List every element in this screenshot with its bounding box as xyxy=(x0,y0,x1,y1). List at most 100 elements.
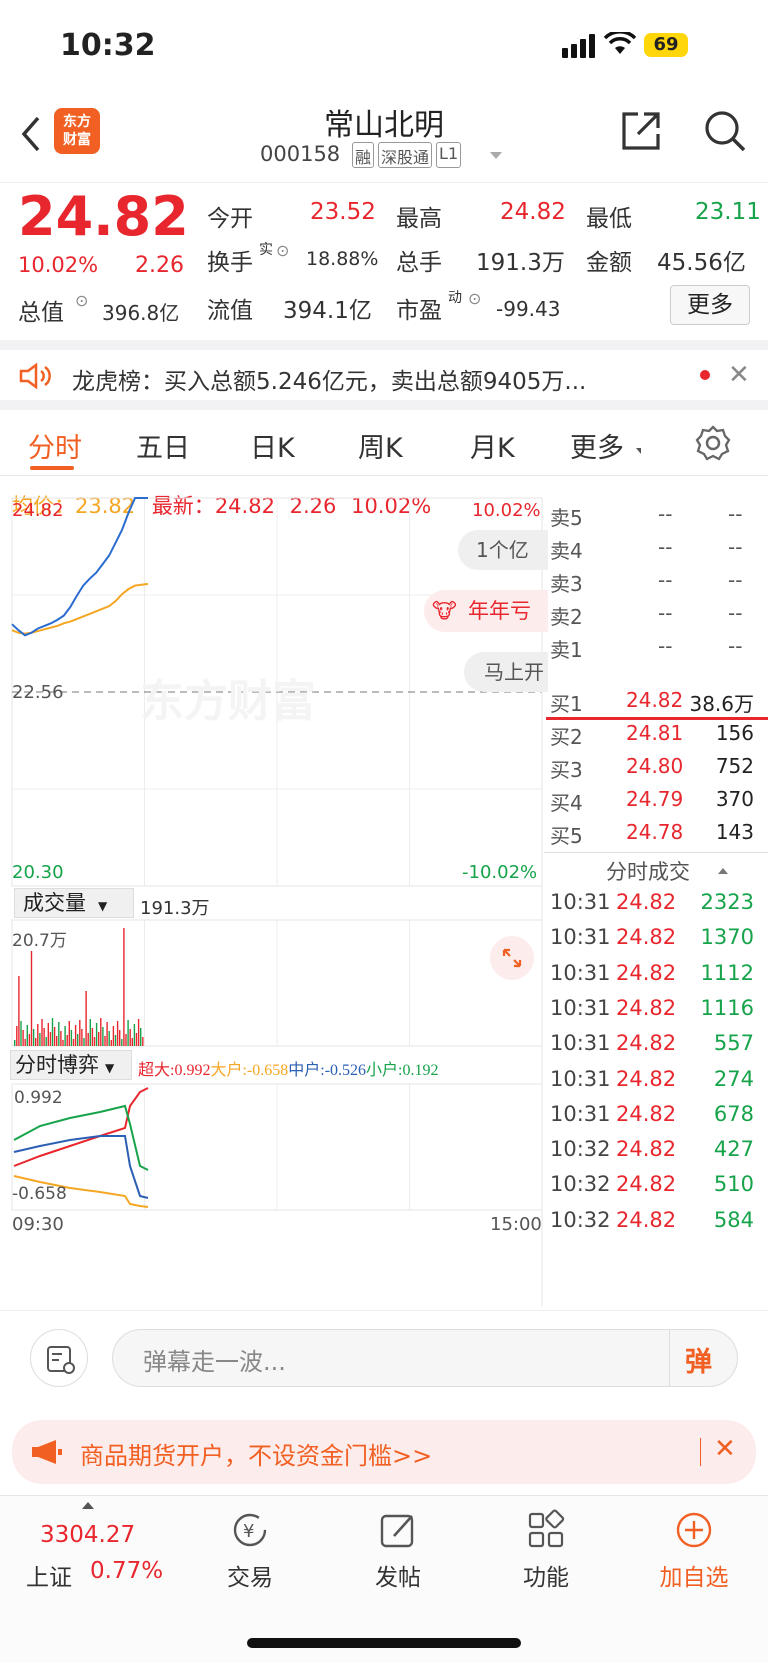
volume-bar xyxy=(110,1040,112,1046)
notice-bar[interactable]: 龙虎榜：买入总额5.246亿元，卖出总额9405万... ✕ xyxy=(0,340,768,410)
index-name[interactable]: 上证 xyxy=(26,1558,72,1592)
pe-label: 市盈 xyxy=(396,298,442,324)
index-pct[interactable]: 0.77% xyxy=(90,1558,163,1584)
search-icon[interactable] xyxy=(702,108,748,158)
dropdown-icon[interactable] xyxy=(490,152,502,159)
more-button[interactable]: 更多 xyxy=(670,285,750,325)
ticks-title[interactable]: 分时成交 xyxy=(606,856,690,886)
volume-selector[interactable]: 成交量 ▼ xyxy=(14,888,134,918)
tab-daily[interactable]: 日K xyxy=(250,426,295,465)
game-legend: 超大:0.992大户:-0.658中户:-0.526小户:0.192 xyxy=(138,1062,439,1079)
index-caret-icon xyxy=(82,1502,94,1509)
pe-info-icon[interactable]: ⊙ xyxy=(468,289,481,308)
bid-row[interactable]: 买4 24.79 370 xyxy=(548,783,760,816)
danmu-send-button[interactable]: 弹 xyxy=(685,1340,712,1379)
status-bar: 10:32 69 xyxy=(0,0,768,100)
close-icon[interactable]: ✕ xyxy=(728,360,750,390)
signal-icon xyxy=(562,34,596,58)
tick-row: 10:32 24.82 510 xyxy=(550,1172,754,1197)
volume-bar xyxy=(89,1019,91,1046)
bid-row[interactable]: 买2 24.81 156 xyxy=(548,717,760,750)
bubble-1[interactable]: 1个亿 xyxy=(458,530,548,570)
stock-code: 000158 xyxy=(260,142,341,166)
volume-bar xyxy=(53,1027,56,1046)
bubble-2[interactable]: 🐮 年年亏 xyxy=(424,590,548,632)
danmu-input[interactable]: 弹幕走一波... 弹 xyxy=(112,1329,738,1387)
bubble-3[interactable]: 马上开 xyxy=(464,652,548,692)
volume-bar xyxy=(106,1022,108,1046)
ask-row[interactable]: 卖1 -- -- xyxy=(548,630,760,663)
game-caret-icon: ▼ xyxy=(105,1061,115,1075)
share-icon[interactable] xyxy=(618,108,664,158)
volume-bar xyxy=(20,1021,22,1046)
nav-functions[interactable]: 功能 xyxy=(486,1508,606,1592)
volume-bar xyxy=(135,1033,138,1046)
game-bot-label: -0.658 xyxy=(12,1184,67,1204)
info-icon[interactable]: ⊙ xyxy=(75,291,88,310)
bid-row[interactable]: 买3 24.80 752 xyxy=(548,750,760,783)
volume-bar xyxy=(121,1039,123,1046)
volume-bar xyxy=(98,1032,100,1046)
volume-max-label: 20.7万 xyxy=(12,931,67,951)
tick-row: 10:31 24.82 1116 xyxy=(550,995,754,1020)
volume-bar xyxy=(14,1040,16,1046)
tag-level: L1 xyxy=(436,142,462,168)
settings-icon[interactable] xyxy=(694,424,732,466)
volume-bar xyxy=(37,1024,39,1046)
nav-trade[interactable]: ¥ 交易 xyxy=(190,1508,310,1592)
volume-bar xyxy=(49,1032,52,1046)
volume-bar xyxy=(66,1035,68,1046)
volume-total: 191.3万 xyxy=(140,898,210,919)
ad-banner[interactable]: 商品期货开户，不设资金门槛>> ✕ xyxy=(12,1420,756,1484)
bid-row[interactable]: 买1 24.82 38.6万 xyxy=(548,684,760,717)
notice-text[interactable]: 龙虎榜：买入总额5.246亿元，卖出总额9405万... xyxy=(72,362,586,396)
ad-close-icon[interactable]: ✕ xyxy=(714,1434,736,1464)
volume-bar xyxy=(43,1028,45,1046)
turnover-label: 换手 xyxy=(207,250,253,276)
ad-text[interactable]: 商品期货开户，不设资金门槛>> xyxy=(80,1436,432,1471)
expand-icon[interactable] xyxy=(490,936,534,980)
tab-5day[interactable]: 五日 xyxy=(136,426,190,465)
bid-row[interactable]: 买5 24.78 143 xyxy=(548,816,760,849)
volume-bar xyxy=(116,1021,119,1046)
danmu-bar: 弹幕走一波... 弹 xyxy=(0,1310,768,1404)
tick-row: 10:31 24.82 557 xyxy=(550,1031,754,1056)
tick-row: 10:31 24.82 678 xyxy=(550,1101,754,1126)
ask-row[interactable]: 卖5 -- -- xyxy=(548,498,760,531)
volume-bar xyxy=(77,1034,79,1046)
trade-icon: ¥ xyxy=(233,1513,267,1547)
tab-intraday[interactable]: 分时 xyxy=(28,426,82,465)
volume-bar xyxy=(47,1023,49,1046)
active-tab-indicator xyxy=(30,466,74,470)
tab-monthly[interactable]: 月K xyxy=(470,426,515,465)
turnover-info-icon[interactable]: ⊙ xyxy=(276,241,289,260)
volume-bar xyxy=(72,1039,75,1046)
volume-bar xyxy=(129,1029,131,1046)
tab-more[interactable]: 更多 xyxy=(570,426,624,465)
y-mid-label: 22.56 xyxy=(12,682,64,703)
volume-bar xyxy=(102,1027,104,1046)
turnover-sup: 实 xyxy=(259,242,273,258)
tab-weekly[interactable]: 周K xyxy=(358,426,403,465)
nav-post[interactable]: 发帖 xyxy=(338,1508,458,1592)
nav-add-watchlist[interactable]: 加自选 xyxy=(634,1508,754,1592)
volume-bar xyxy=(24,1039,26,1046)
low-label: 最低 xyxy=(586,206,632,232)
ask-row[interactable]: 卖2 -- -- xyxy=(548,597,760,630)
volume-bar xyxy=(133,1024,136,1046)
game-selector[interactable]: 分时博弈 ▼ xyxy=(10,1050,132,1080)
ask-row[interactable]: 卖4 -- -- xyxy=(548,531,760,564)
index-value[interactable]: 3304.27 xyxy=(40,1522,135,1548)
danmu-settings-icon[interactable] xyxy=(30,1329,88,1387)
volume-bar xyxy=(35,1038,37,1046)
mktcap-value: 396.8亿 xyxy=(102,301,180,325)
bottom-toolbar: 3304.27 上证 0.77% ¥ 交易 发帖 功能 加自选 xyxy=(0,1495,768,1663)
volume-bar xyxy=(68,1021,70,1046)
volume-bar xyxy=(100,1018,102,1046)
pct-bot-label: -10.02% xyxy=(462,862,538,883)
wifi-icon xyxy=(603,30,637,60)
volume-bar xyxy=(114,1035,117,1046)
ask-row[interactable]: 卖3 -- -- xyxy=(548,564,760,597)
quote-panel: 24.82 10.02% 2.26 总值 ⊙ 396.8亿 今开 23.52 最… xyxy=(0,182,768,332)
volume-bar xyxy=(32,1029,35,1046)
